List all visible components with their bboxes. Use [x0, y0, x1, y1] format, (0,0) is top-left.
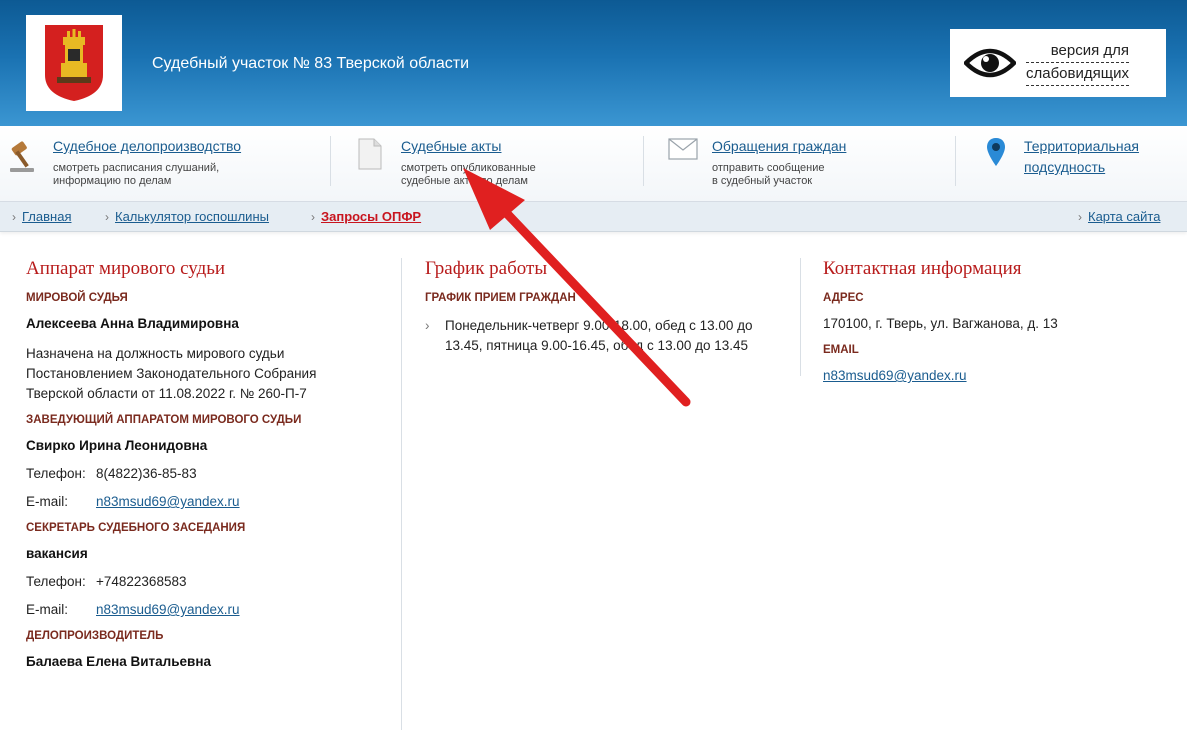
breadcrumb-link-home[interactable]: Главная — [22, 209, 71, 224]
nav-item-court-proceedings[interactable]: Судебное делопроизводство смотреть распи… — [0, 126, 330, 202]
head-phone: 8(4822)36-85-83 — [96, 466, 197, 481]
schedule-title: График работы — [425, 258, 548, 279]
head-heading: ЗАВЕДУЮЩИЙ АППАРАТОМ МИРОВОГО СУДЬИ — [26, 414, 302, 426]
site-title: Судебный участок № 83 Тверской области — [152, 55, 470, 72]
judge-heading: МИРОВОЙ СУДЬЯ — [26, 292, 128, 304]
nav-item-citizen-appeals[interactable]: Обращения граждан отправить сообщение в … — [644, 126, 955, 202]
secretary-phone: +74822368583 — [96, 574, 187, 589]
nav-desc-line2: информацию по делам — [53, 175, 172, 187]
vision-label-line2: слабовидящих — [1026, 63, 1129, 86]
contacts-column: Контактная информация АДРЕС 170100, г. Т… — [823, 258, 1163, 396]
nav-desc-line2: в судебный участок — [712, 175, 813, 187]
breadcrumb-item: › Запросы ОПФР — [311, 209, 421, 224]
site-header: Судебный участок № 83 Тверской области в… — [0, 0, 1187, 126]
address-text: 170100, г. Тверь, ул. Вагжанова, д. 13 — [823, 316, 1058, 331]
low-vision-version-button[interactable]: версия для слабовидящих — [950, 29, 1166, 97]
contacts-email-link[interactable]: n83msud69@yandex.ru — [823, 368, 967, 383]
main-navigation: Судебное делопроизводство смотреть распи… — [0, 126, 1187, 202]
chevron-right-icon: › — [105, 210, 109, 224]
nav-link-court-acts[interactable]: Судебные акты — [401, 138, 501, 154]
map-pin-icon — [987, 138, 1005, 166]
schedule-text: Понедельник-четверг 9.00-18.00, обед с 1… — [445, 318, 753, 353]
vision-label-line1: версия для — [1026, 40, 1129, 63]
secretary-name: вакансия — [26, 546, 88, 561]
column-divider — [800, 258, 801, 376]
nav-desc-line1: смотреть опубликованные — [401, 162, 536, 174]
nav-link-jurisdiction-line2: подсудность — [1024, 159, 1106, 175]
envelope-icon — [668, 138, 698, 160]
head-email-row: E-mail: n83msud69@yandex.ru — [26, 494, 366, 509]
breadcrumb-item: › Калькулятор госпошлины — [105, 209, 269, 224]
nav-link-court-proceedings[interactable]: Судебное делопроизводство — [53, 138, 241, 154]
head-email-link[interactable]: n83msud69@yandex.ru — [96, 494, 240, 509]
chevron-right-icon: › — [1078, 210, 1082, 224]
head-phone-row: Телефон: 8(4822)36-85-83 — [26, 466, 366, 481]
judge-appointment: Назначена на должность мирового судьи По… — [26, 346, 317, 401]
email-label: E-mail: — [26, 494, 69, 509]
breadcrumb-link-opfr-requests[interactable]: Запросы ОПФР — [321, 209, 421, 224]
nav-desc-line2: судебные акты по делам — [401, 175, 528, 187]
email-heading: EMAIL — [823, 344, 859, 356]
secretary-email-row: E-mail: n83msud69@yandex.ru — [26, 602, 366, 617]
chevron-right-icon: › — [311, 210, 315, 224]
nav-link-jurisdiction[interactable]: Территориальная подсудность — [1024, 136, 1139, 178]
clerk-name: Балаева Елена Витальевна — [26, 654, 212, 669]
apparatus-title: Аппарат мирового судьи — [26, 258, 226, 279]
contacts-title: Контактная информация — [823, 258, 1022, 279]
schedule-column: График работы ГРАФИК ПРИЕМ ГРАЖДАН › Пон… — [425, 258, 775, 356]
address-heading: АДРЕС — [823, 292, 864, 304]
eye-icon — [964, 48, 1016, 78]
document-icon — [358, 138, 382, 170]
judge-name: Алексеева Анна Владимировна — [26, 316, 239, 331]
breadcrumb: › Главная › Калькулятор госпошлины › Запрос… — [0, 202, 1187, 232]
schedule-item: › Понедельник-четверг 9.00-18.00, обед с… — [425, 316, 775, 356]
breadcrumb-item: › Главная — [12, 209, 71, 224]
nav-desc-line1: отправить сообщение — [712, 162, 825, 174]
nav-link-citizen-appeals[interactable]: Обращения граждан — [712, 138, 846, 154]
gavel-icon — [10, 141, 34, 172]
coat-of-arms-logo[interactable] — [26, 15, 122, 111]
breadcrumb-item: › Карта сайта — [1078, 209, 1160, 224]
phone-label: Телефон: — [26, 574, 86, 589]
breadcrumb-link-fee-calculator[interactable]: Калькулятор госпошлины — [115, 209, 269, 224]
head-name: Свирко Ирина Леонидовна — [26, 438, 208, 453]
secretary-email-link[interactable]: n83msud69@yandex.ru — [96, 602, 240, 617]
nav-link-jurisdiction-line1: Территориальная — [1024, 138, 1139, 154]
column-divider — [401, 258, 402, 730]
nav-desc-line1: смотреть расписания слушаний, — [53, 162, 220, 174]
nav-item-jurisdiction[interactable]: Территориальная подсудность — [956, 126, 1187, 202]
chevron-right-icon: › — [12, 210, 16, 224]
apparatus-column: Аппарат мирового судьи МИРОВОЙ СУДЬЯ Але… — [26, 258, 366, 682]
schedule-heading: ГРАФИК ПРИЕМ ГРАЖДАН — [425, 292, 576, 304]
clerk-heading: ДЕЛОПРОИЗВОДИТЕЛЬ — [26, 630, 164, 642]
chevron-right-icon: › — [425, 318, 430, 333]
nav-item-court-acts[interactable]: Судебные акты смотреть опубликованные су… — [331, 126, 643, 202]
email-label: E-mail: — [26, 602, 69, 617]
secretary-phone-row: Телефон: +74822368583 — [26, 574, 366, 589]
coat-of-arms-icon — [45, 25, 103, 101]
secretary-heading: СЕКРЕТАРЬ СУДЕБНОГО ЗАСЕДАНИЯ — [26, 522, 246, 534]
sitemap-link[interactable]: Карта сайта — [1088, 209, 1160, 224]
phone-label: Телефон: — [26, 466, 86, 481]
